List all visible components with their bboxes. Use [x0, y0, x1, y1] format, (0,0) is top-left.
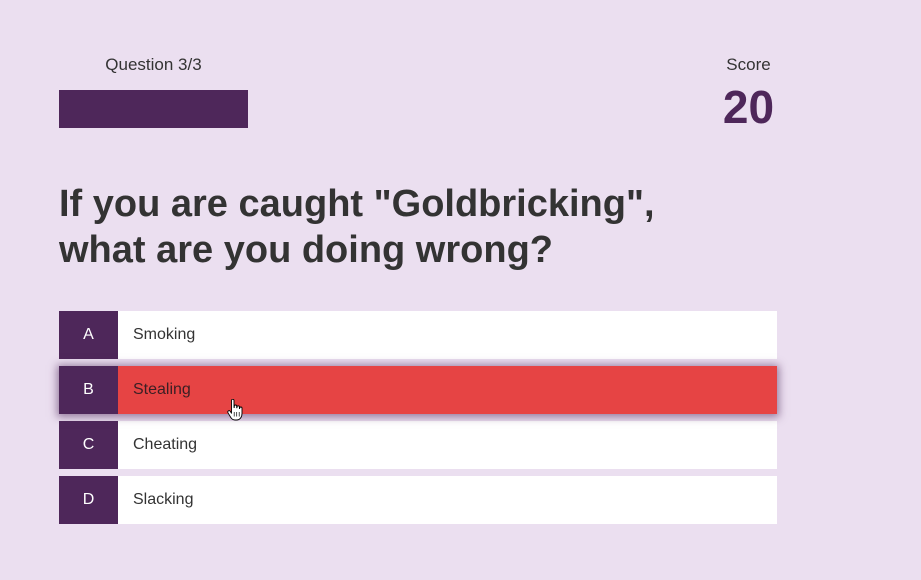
answer-letter: A	[59, 311, 118, 359]
score-label: Score	[726, 55, 771, 74]
answer-option-b[interactable]: B Stealing	[59, 366, 777, 414]
question-progress-label: Question 3/3	[105, 55, 202, 74]
answer-option-c[interactable]: C Cheating	[59, 421, 777, 469]
answer-text: Cheating	[133, 436, 198, 453]
answer-option-a[interactable]: A Smoking	[59, 311, 777, 359]
quiz-screen: Question 3/3 Score 20 If you are caught …	[0, 0, 921, 580]
answer-text: Stealing	[133, 381, 191, 398]
question-text: If you are caught "Goldbricking", what a…	[59, 181, 779, 273]
answer-letter: C	[59, 421, 118, 469]
question-line-1: If you are caught "Goldbricking",	[59, 183, 655, 225]
answer-text: Slacking	[133, 491, 194, 508]
progress-bar	[59, 90, 248, 128]
hand-pointer-icon	[227, 399, 243, 421]
question-line-2: what are you doing wrong?	[59, 229, 553, 271]
answer-list: A Smoking B Stealing C Cheating D Slacki…	[59, 311, 777, 531]
answer-letter: B	[59, 366, 118, 414]
progress-bar-fill	[59, 90, 248, 128]
answer-letter: D	[59, 476, 118, 524]
score-value: 20	[722, 81, 775, 133]
answer-text: Smoking	[133, 326, 196, 343]
answer-option-d[interactable]: D Slacking	[59, 476, 777, 524]
